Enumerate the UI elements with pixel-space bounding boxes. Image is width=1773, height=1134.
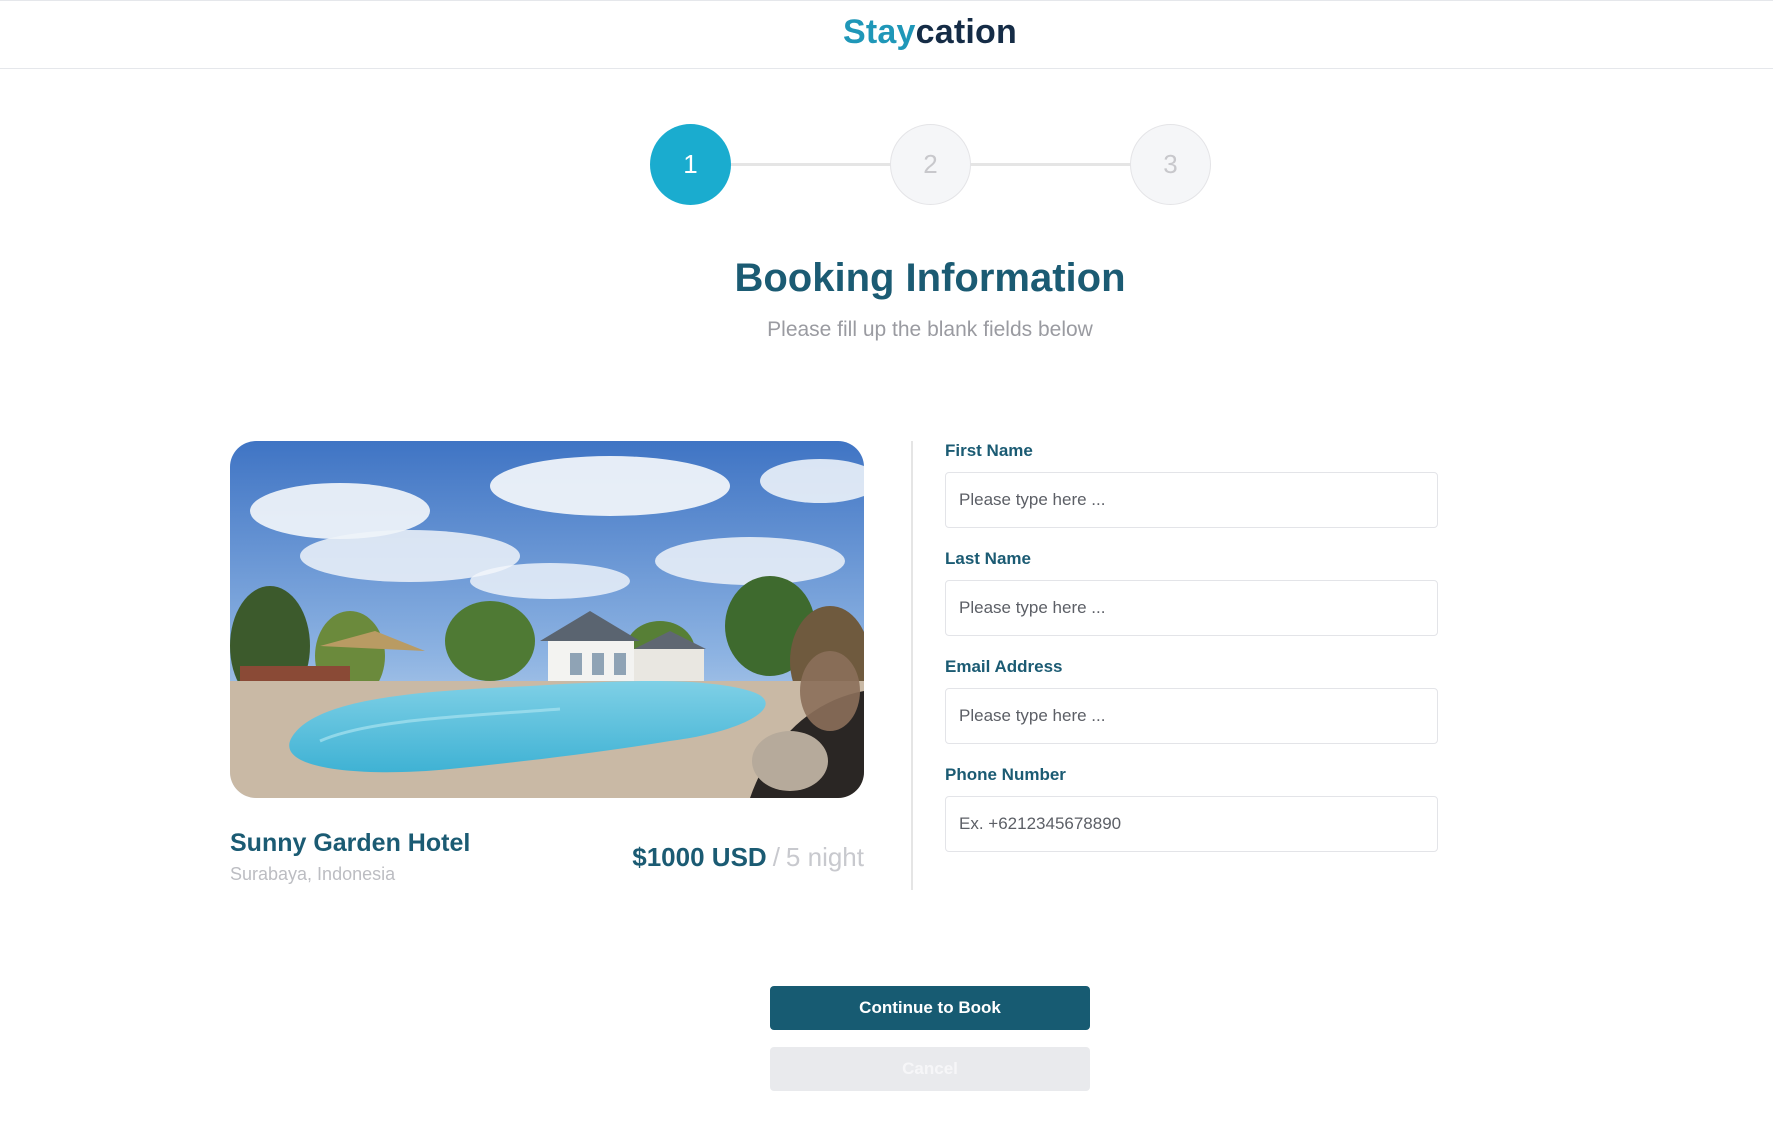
last-name-input[interactable] — [945, 580, 1438, 636]
phone-input[interactable] — [945, 796, 1438, 852]
first-name-label: First Name — [945, 441, 1033, 460]
page-title: Booking Information — [734, 256, 1126, 300]
step-1-indicator: 1 — [650, 124, 731, 205]
continue-to-book-button[interactable]: Continue to Book — [770, 986, 1090, 1030]
booking-price: $1000 USD/5 night — [632, 842, 864, 873]
price-amount: $1000 USD — [632, 842, 767, 872]
email-input[interactable] — [945, 688, 1438, 744]
section-divider — [911, 441, 913, 890]
hotel-pool-photo — [230, 441, 864, 798]
stepper-connector-2 — [970, 163, 1133, 166]
brand-logo[interactable]: Staycation — [0, 13, 1773, 52]
phone-label: Phone Number — [945, 765, 1066, 784]
step-2-indicator: 2 — [890, 124, 971, 205]
first-name-input[interactable] — [945, 472, 1438, 528]
brand-logo-part-2: cation — [915, 13, 1017, 51]
price-duration: 5 night — [785, 842, 864, 872]
email-label: Email Address — [945, 657, 1063, 676]
top-navbar: Staycation — [0, 0, 1773, 69]
hotel-name: Sunny Garden Hotel — [230, 829, 471, 857]
brand-logo-part-1: Stay — [843, 13, 916, 51]
cancel-button[interactable]: Cancel — [770, 1047, 1090, 1091]
stepper-connector-1 — [730, 163, 893, 166]
price-separator: / — [772, 842, 780, 872]
page-subtitle: Please fill up the blank fields below — [767, 318, 1093, 341]
progress-stepper: 1 2 3 — [650, 124, 1211, 206]
step-3-indicator: 3 — [1130, 124, 1211, 205]
hotel-location: Surabaya, Indonesia — [230, 864, 396, 884]
last-name-label: Last Name — [945, 549, 1031, 568]
